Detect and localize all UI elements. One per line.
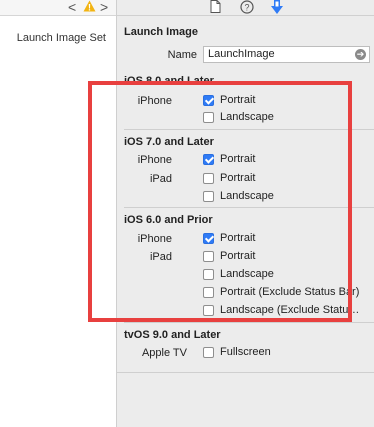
landscape-ios6-checkbox[interactable] <box>203 269 214 280</box>
option-label: Portrait (Exclude Status Bar) <box>220 286 360 298</box>
divider <box>124 322 374 323</box>
forward-arrow-icon[interactable]: > <box>100 0 108 14</box>
iphone-portrait-ios6-checkbox[interactable] <box>203 233 214 244</box>
group-title: iOS 7.0 and Later <box>124 136 214 148</box>
option-label: Fullscreen <box>220 346 271 358</box>
apple-tv-fullscreen-checkbox[interactable] <box>203 347 214 358</box>
name-field[interactable]: LaunchImage ➔ <box>203 46 370 63</box>
attributes-inspector-icon[interactable] <box>270 0 284 15</box>
device-label: iPad <box>149 251 172 263</box>
option-label: Landscape (Exclude Statu… <box>220 304 360 316</box>
asset-list-pane: < > ! Launch Image Set <box>0 0 117 427</box>
launch-image-section-title: Launch Image <box>124 26 198 38</box>
device-label: iPhone <box>137 154 172 166</box>
option-label: Landscape <box>220 190 274 202</box>
landscape-ios7-checkbox[interactable] <box>203 191 214 202</box>
group-title: tvOS 9.0 and Later <box>124 329 221 341</box>
ipad-portrait-ios6-checkbox[interactable] <box>203 251 214 262</box>
option-label: Landscape <box>220 111 274 123</box>
device-label: Apple TV <box>141 347 187 359</box>
portrait-exclude-status-bar-checkbox[interactable] <box>203 287 214 298</box>
file-icon[interactable] <box>210 0 221 13</box>
group-title: iOS 8.0 and Later <box>124 75 214 87</box>
landscape-exclude-status-bar-checkbox[interactable] <box>203 305 214 316</box>
ipad-portrait-ios7-checkbox[interactable] <box>203 173 214 184</box>
launch-image-set-item[interactable]: Launch Image Set <box>17 32 106 44</box>
option-label: Portrait <box>220 232 256 244</box>
back-arrow-icon[interactable]: < <box>68 0 76 14</box>
divider <box>124 207 374 208</box>
device-label: iPad <box>149 173 172 185</box>
go-arrow-icon[interactable]: ➔ <box>355 49 366 60</box>
navigator-toolbar: < > ! <box>0 0 116 16</box>
option-label: Landscape <box>220 268 274 280</box>
option-label: Portrait <box>220 94 256 106</box>
warning-icon[interactable]: ! <box>83 0 96 12</box>
help-icon[interactable]: ? <box>240 0 254 14</box>
name-value: LaunchImage <box>208 48 275 60</box>
group-title: iOS 6.0 and Prior <box>124 214 213 226</box>
iphone-portrait-ios8-checkbox[interactable] <box>203 95 214 106</box>
device-label: iPhone <box>137 95 172 107</box>
iphone-portrait-ios7-checkbox[interactable] <box>203 154 214 165</box>
inspector-toolbar: ? <box>117 0 374 16</box>
device-label: iPhone <box>137 233 172 245</box>
name-label: Name <box>167 49 197 61</box>
option-label: Portrait <box>220 250 256 262</box>
landscape-ios8-checkbox[interactable] <box>203 112 214 123</box>
divider <box>124 129 374 130</box>
help-glyph: ? <box>244 3 249 13</box>
divider <box>117 372 374 373</box>
option-label: Portrait <box>220 172 256 184</box>
warning-glyph: ! <box>88 3 91 13</box>
attributes-inspector: ? Launch Image Name LaunchImage ➔ iOS 8.… <box>117 0 374 427</box>
option-label: Portrait <box>220 153 256 165</box>
